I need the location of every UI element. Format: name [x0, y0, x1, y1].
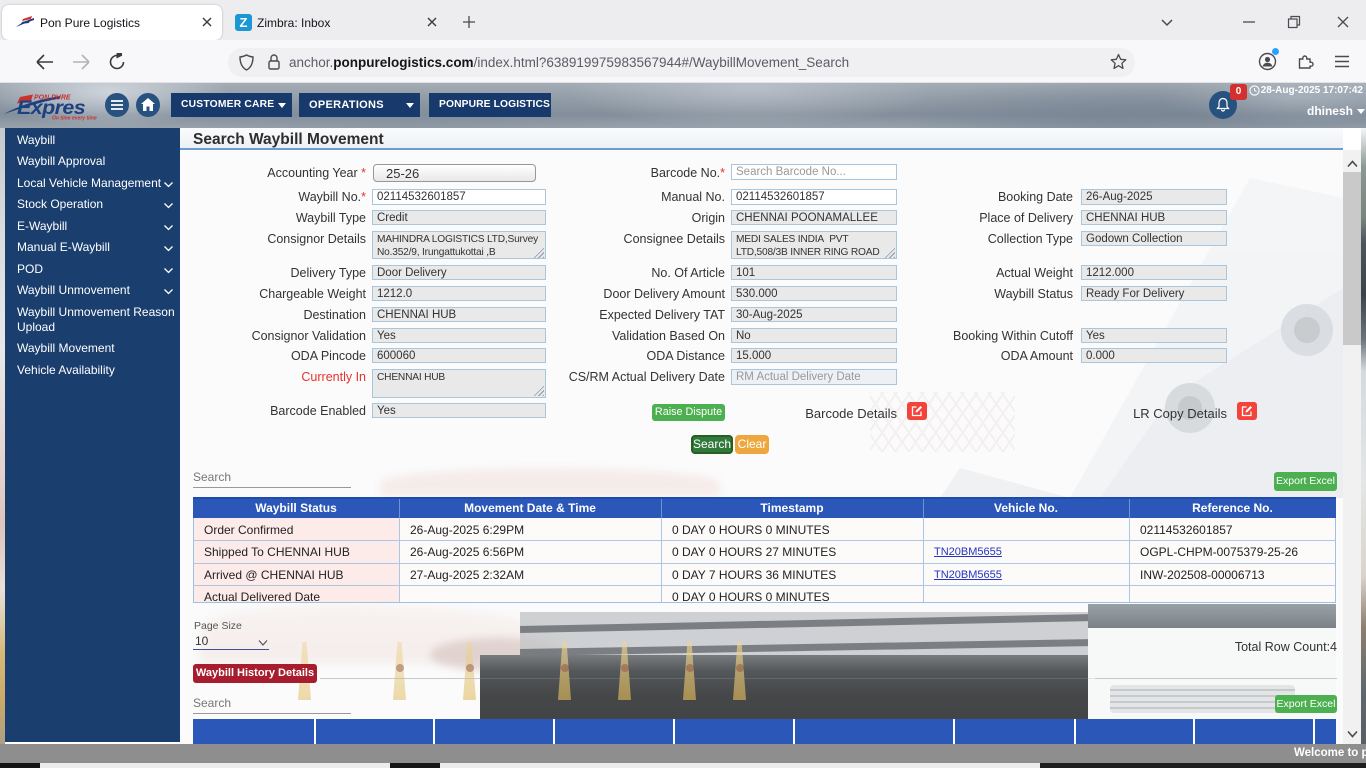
- svg-text:On time every time: On time every time: [52, 116, 97, 122]
